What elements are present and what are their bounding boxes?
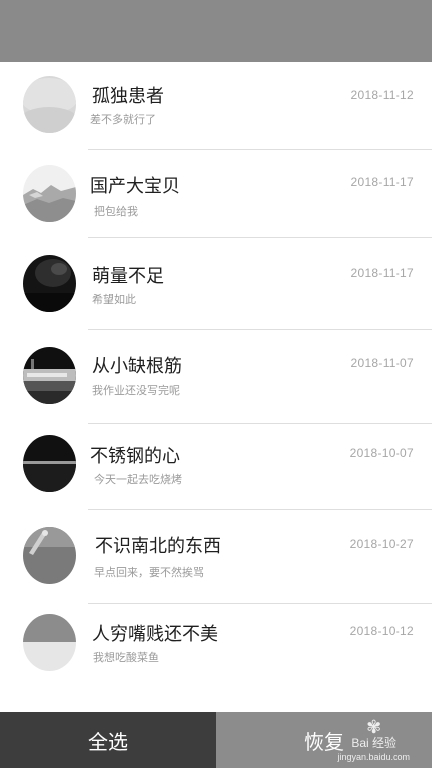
avatar	[23, 165, 76, 222]
list-item[interactable]: 人穷嘴贱还不美 我想吃酸菜鱼 2018-10-12	[0, 604, 432, 704]
avatar	[23, 76, 76, 133]
last-message: 我想吃酸菜鱼	[93, 651, 159, 664]
last-message: 我作业还没写完呢	[92, 384, 180, 397]
last-message: 今天一起去吃烧烤	[94, 473, 182, 486]
top-header-bar	[0, 0, 432, 62]
message-date: 2018-11-12	[350, 88, 414, 102]
message-date: 2018-10-07	[349, 446, 414, 460]
list-item[interactable]: 国产大宝贝 把包给我 2018-11-17	[0, 150, 432, 238]
contact-name: 国产大宝贝	[90, 176, 180, 197]
avatar	[23, 435, 76, 492]
contact-name: 孤独患者	[92, 86, 164, 107]
list-item[interactable]: 不锈钢的心 今天一起去吃烧烤 2018-10-07	[0, 422, 432, 510]
contact-name: 不识南北的东西	[95, 536, 221, 557]
list-item[interactable]: 孤独患者 差不多就行了 2018-11-12	[0, 62, 432, 150]
last-message: 希望如此	[92, 293, 136, 306]
last-message: 差不多就行了	[90, 113, 156, 126]
watermark: ✾ Bai 经验 jingyan.baidu.com	[337, 718, 410, 764]
avatar	[23, 527, 76, 584]
bottom-action-bar: 全选 恢复 ✾ Bai 经验 jingyan.baidu.com	[0, 712, 432, 768]
message-date: 2018-10-27	[349, 537, 414, 551]
watermark-url: jingyan.baidu.com	[337, 752, 410, 762]
list-item[interactable]: 不识南北的东西 早点回来，要不然挨骂 2018-10-27	[0, 510, 432, 604]
contact-name: 不锈钢的心	[90, 446, 180, 467]
contact-list: 孤独患者 差不多就行了 2018-11-12 国产大宝贝 把包给我 2018-1…	[0, 62, 432, 712]
avatar	[23, 347, 76, 404]
paw-icon: ✾	[366, 717, 382, 737]
contact-name: 萌量不足	[92, 266, 164, 287]
message-date: 2018-11-17	[350, 175, 414, 189]
message-date: 2018-10-12	[349, 624, 414, 638]
list-item[interactable]: 从小缺根筋 我作业还没写完呢 2018-11-07	[0, 330, 432, 424]
avatar	[23, 255, 76, 312]
last-message: 早点回来，要不然挨骂	[94, 566, 204, 579]
message-date: 2018-11-07	[350, 356, 414, 370]
select-all-button[interactable]: 全选	[0, 712, 216, 768]
list-item[interactable]: 萌量不足 希望如此 2018-11-17	[0, 238, 432, 330]
last-message: 把包给我	[94, 205, 138, 218]
contact-name: 人穷嘴贱还不美	[92, 624, 218, 645]
avatar	[23, 614, 76, 671]
watermark-text: Bai 经验	[351, 736, 397, 750]
contact-name: 从小缺根筋	[92, 356, 182, 377]
message-date: 2018-11-17	[350, 266, 414, 280]
